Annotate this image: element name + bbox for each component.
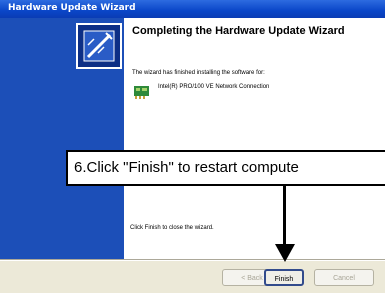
callout-arrow-shaft xyxy=(283,186,286,248)
wizard-heading: Completing the Hardware Update Wizard xyxy=(132,25,345,37)
wizard-content-area xyxy=(124,18,385,260)
hardware-update-wizard-window: Hardware Update Wizard Completing the Ha… xyxy=(0,0,385,293)
wizard-description: The wizard has finished installing the s… xyxy=(132,70,265,76)
instruction-callout: 6.Click "Finish" to restart compute xyxy=(66,150,385,186)
network-card-icon xyxy=(134,86,149,99)
callout-text: 6.Click "Finish" to restart compute xyxy=(74,159,299,176)
footer-separator-highlight xyxy=(0,260,385,261)
device-name: Intel(R) PRO/100 VE Network Connection xyxy=(158,84,270,90)
finish-hint-text: Click Finish to close the wizard. xyxy=(130,225,214,231)
window-title: Hardware Update Wizard xyxy=(8,3,136,13)
title-bar[interactable]: Hardware Update Wizard xyxy=(0,0,385,18)
finish-button[interactable]: Finish xyxy=(264,269,304,286)
cancel-button[interactable]: Cancel xyxy=(314,269,374,286)
hardware-wizard-icon xyxy=(76,23,122,69)
callout-arrow-head xyxy=(275,244,295,262)
